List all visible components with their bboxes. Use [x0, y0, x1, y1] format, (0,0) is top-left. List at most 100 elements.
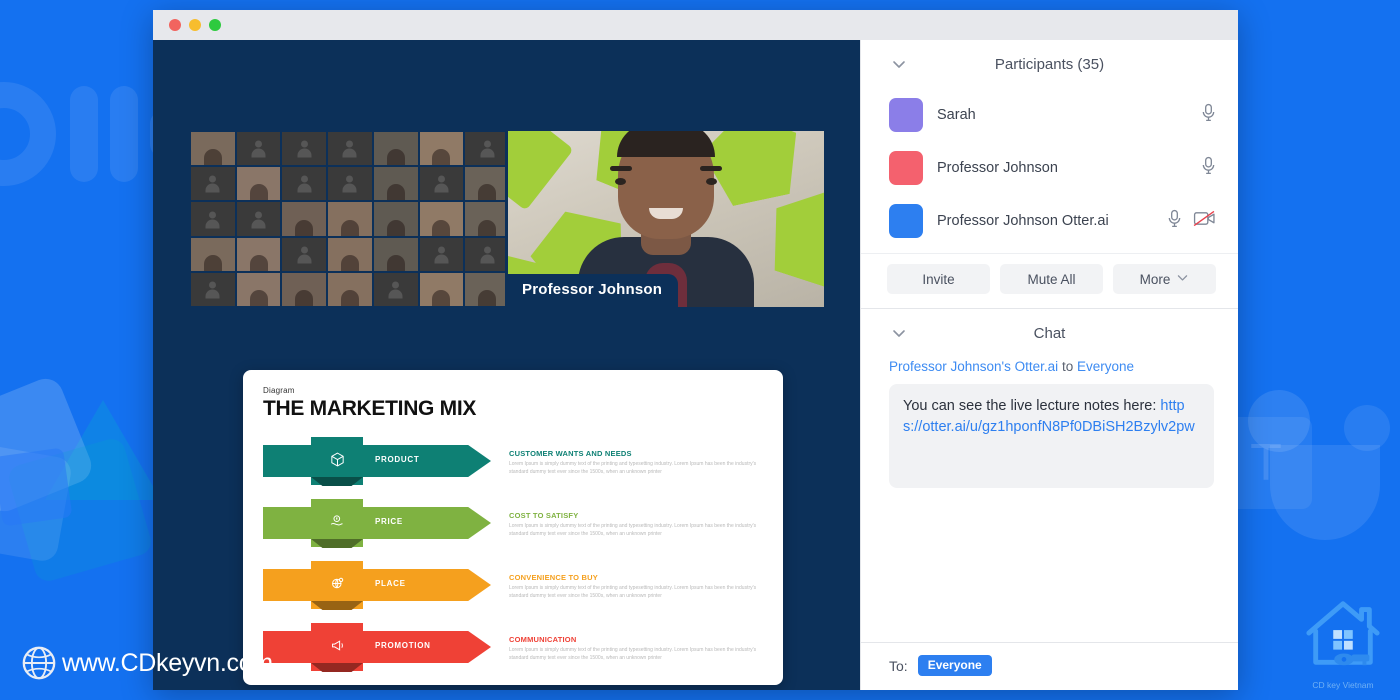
camera-off-icon[interactable]: [1193, 210, 1216, 232]
gallery-tile-video[interactable]: [465, 272, 509, 306]
gallery-face-silhouette: [478, 219, 497, 236]
chat-recipient[interactable]: Everyone: [1077, 359, 1134, 374]
marketing-mix-row: PRICE COST TO SATISFY Lorem Ipsum is simpl…: [263, 495, 763, 553]
gallery-tile-video[interactable]: [236, 237, 281, 271]
gallery-tile-video[interactable]: [419, 272, 464, 306]
chevron-down-icon[interactable]: [891, 56, 907, 72]
gallery-tile-video[interactable]: [465, 202, 509, 236]
gallery-tile-avatar[interactable]: [236, 202, 281, 236]
meeting-stage: Professor Johnson Diagram THE MARKETING …: [153, 40, 860, 690]
mic-icon[interactable]: [1167, 209, 1182, 233]
mute-all-button[interactable]: Mute All: [1000, 264, 1103, 294]
participant-row[interactable]: Professor Johnson: [861, 141, 1238, 194]
side-panel: Participants (35) Sarah Professor Johnson…: [860, 40, 1238, 690]
gallery-tile-avatar[interactable]: [465, 237, 509, 271]
gallery-face-silhouette: [478, 184, 497, 201]
chat-section: Chat Professor Johnson's Otter.ai to Eve…: [861, 308, 1238, 690]
slide-title: THE MARKETING MIX: [263, 397, 477, 420]
gallery-tile-avatar[interactable]: [328, 167, 372, 201]
gallery-tile-video[interactable]: [282, 202, 327, 236]
chat-message-bubble: You can see the live lecture notes here:…: [889, 384, 1214, 488]
gallery-face-silhouette: [295, 290, 314, 306]
mix-arrow: PLACE: [263, 561, 503, 610]
gallery-face-silhouette: [432, 149, 451, 166]
gallery-tile-video[interactable]: [236, 272, 281, 306]
speaker-brow: [610, 166, 632, 171]
mix-arrow-label: PRICE: [375, 517, 403, 526]
maximize-button[interactable]: [209, 19, 221, 31]
mix-arrow-label: PRODUCT: [375, 455, 420, 464]
gallery-tile-avatar[interactable]: [282, 132, 327, 166]
participant-row[interactable]: Sarah: [861, 88, 1238, 141]
gallery-tile-avatar[interactable]: [236, 132, 281, 166]
gallery-tile-video[interactable]: [373, 202, 418, 236]
participant-name: Professor Johnson: [937, 159, 1058, 176]
gallery-tile-video[interactable]: [373, 167, 418, 201]
mic-icon[interactable]: [1201, 103, 1216, 127]
person-icon: [341, 141, 358, 158]
site-watermark: www.CDkeyvn.com: [20, 644, 273, 682]
gallery-tile-avatar[interactable]: [282, 237, 327, 271]
gallery-tile-avatar[interactable]: [282, 167, 327, 201]
gallery-face-silhouette: [249, 184, 268, 201]
mix-arrow-label: PROMOTION: [375, 641, 431, 650]
invite-button[interactable]: Invite: [887, 264, 990, 294]
chat-sender[interactable]: Professor Johnson's Otter.ai: [889, 359, 1058, 374]
gallery-face-silhouette: [249, 254, 268, 271]
shared-slide-card[interactable]: Diagram THE MARKETING MIX PRODUCT CUSTOME…: [243, 370, 783, 685]
gallery-tile-avatar[interactable]: [465, 132, 509, 166]
brand-logo-caption: CD key Vietnam: [1312, 680, 1374, 690]
gallery-tile-video[interactable]: [419, 132, 464, 166]
mix-heading: CONVENIENCE TO BUY: [509, 573, 598, 582]
mix-text-block: CUSTOMER WANTS AND NEEDS Lorem Ipsum is s…: [503, 433, 763, 477]
gallery-tile-avatar[interactable]: [191, 272, 235, 306]
gallery-tile-avatar[interactable]: [419, 167, 464, 201]
gallery-tile-video[interactable]: [328, 272, 372, 306]
speaker-eye: [615, 178, 626, 185]
gallery-tile-video[interactable]: [373, 237, 418, 271]
participant-actions: Invite Mute All More: [861, 253, 1238, 308]
more-button[interactable]: More: [1113, 264, 1216, 294]
active-speaker-tile[interactable]: Professor Johnson: [505, 128, 827, 310]
participants-header: Participants (35): [861, 40, 1238, 88]
gallery-tile-video[interactable]: [236, 167, 281, 201]
avatar: [889, 203, 923, 238]
box-icon: [311, 443, 363, 475]
gallery-tile-video[interactable]: [282, 272, 327, 306]
minimize-button[interactable]: [189, 19, 201, 31]
chat-recipient-pill[interactable]: Everyone: [917, 655, 992, 676]
gallery-tile-video[interactable]: [465, 167, 509, 201]
gallery-tile-video[interactable]: [373, 132, 418, 166]
participant-list: Sarah Professor Johnson Professor Johnson …: [861, 88, 1238, 253]
gallery-face-silhouette: [249, 290, 268, 306]
gallery-tile-avatar[interactable]: [373, 272, 418, 306]
mix-arrow-label: PLACE: [375, 579, 406, 588]
chevron-down-icon[interactable]: [891, 325, 907, 341]
gallery-tile-video[interactable]: [191, 132, 235, 166]
gallery-tile-avatar[interactable]: [191, 202, 235, 236]
square-shape: [0, 447, 73, 527]
gallery-tile-avatar[interactable]: [328, 132, 372, 166]
participant-row-icons: [1201, 103, 1216, 127]
mic-icon[interactable]: [1201, 156, 1216, 180]
gallery-tile-video[interactable]: [191, 237, 235, 271]
gallery-tile-avatar[interactable]: [191, 167, 235, 201]
gallery-tile-video[interactable]: [328, 237, 372, 271]
participant-row-icons: [1167, 209, 1216, 233]
person-icon: [433, 246, 450, 263]
marketing-mix-rows: PRODUCT CUSTOMER WANTS AND NEEDS Lorem Ips…: [263, 433, 763, 677]
participant-row[interactable]: Professor Johnson Otter.ai: [861, 194, 1238, 247]
participants-title: Participants (35): [994, 55, 1105, 73]
speaker-name-plate: Professor Johnson: [508, 274, 679, 307]
brand-logo: CD key Vietnam: [1300, 594, 1386, 690]
mix-body-text: Lorem Ipsum is simply dummy text of the …: [509, 647, 757, 661]
chat-message-meta: Professor Johnson's Otter.ai to Everyone: [861, 357, 1238, 380]
mix-text-block: COST TO SATISFY Lorem Ipsum is simply dum…: [503, 495, 763, 539]
gallery-tile-video[interactable]: [328, 202, 372, 236]
close-button[interactable]: [169, 19, 181, 31]
participant-gallery-grid[interactable]: [189, 130, 511, 308]
house-key-icon: [1301, 594, 1385, 679]
gallery-tile-video[interactable]: [419, 202, 464, 236]
gallery-tile-avatar[interactable]: [419, 237, 464, 271]
mix-body-text: Lorem Ipsum is simply dummy text of the …: [509, 585, 757, 599]
